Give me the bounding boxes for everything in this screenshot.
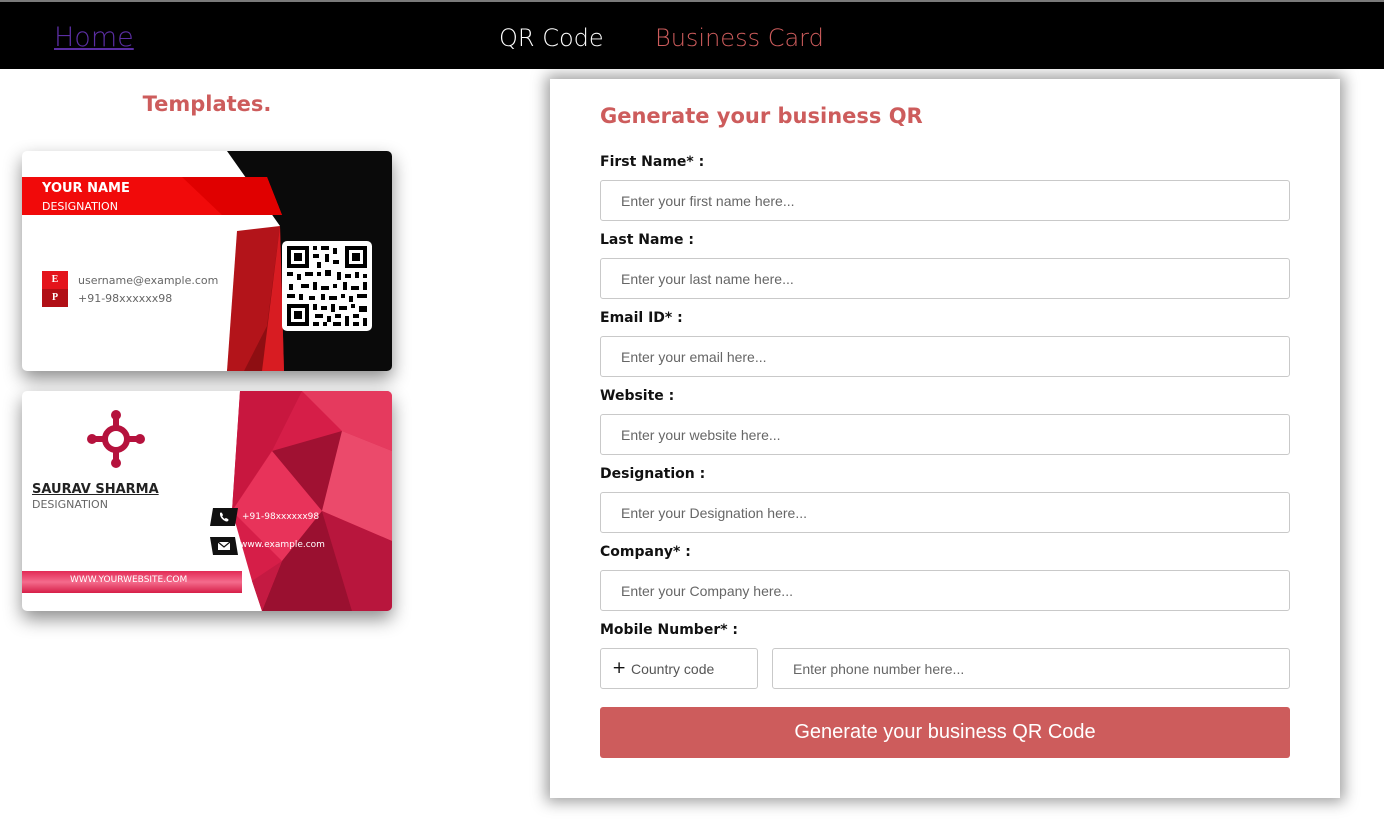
last-name-input[interactable] <box>600 258 1290 299</box>
country-code-field: + <box>600 648 758 689</box>
generate-qr-button[interactable]: Generate your business QR Code <box>600 707 1290 758</box>
card2-name: SAURAV SHARMA <box>32 482 159 497</box>
card2-web: www.example.com <box>240 540 325 550</box>
business-qr-form: Generate your business QR First Name* : … <box>550 79 1340 798</box>
card1-ep-badge: E P <box>42 271 68 307</box>
template-card-2[interactable]: SAURAV SHARMA DESIGNATION +91-98xxxxxx98… <box>22 391 392 611</box>
website-label: Website : <box>600 388 675 404</box>
template-card-1[interactable]: YOUR NAME DESIGNATION E P username@examp… <box>22 151 392 371</box>
form-title: Generate your business QR <box>600 104 923 128</box>
plus-icon: + <box>612 658 627 678</box>
card1-badge-e: E <box>51 274 59 285</box>
card1-phone: +91-98xxxxxx98 <box>78 292 173 305</box>
country-code-input[interactable] <box>629 650 754 687</box>
company-logo-icon <box>87 410 145 468</box>
card1-name: YOUR NAME <box>42 181 130 196</box>
card1-badge-p: P <box>51 292 59 303</box>
company-label: Company* : <box>600 544 691 560</box>
first-name-input[interactable] <box>600 180 1290 221</box>
top-navbar: Home QR Code Business Card <box>0 2 1384 69</box>
designation-label: Designation : <box>600 466 706 482</box>
email-input[interactable] <box>600 336 1290 377</box>
phone-number-input[interactable] <box>772 648 1290 689</box>
card2-phone: +91-98xxxxxx98 <box>242 512 320 522</box>
first-name-label: First Name* : <box>600 154 705 170</box>
card2-designation: DESIGNATION <box>32 498 108 511</box>
card1-designation: DESIGNATION <box>42 200 118 213</box>
nav-qr-code-link[interactable]: QR Code <box>499 24 604 52</box>
qr-code-icon <box>282 241 372 331</box>
designation-input[interactable] <box>600 492 1290 533</box>
card1-email: username@example.com <box>78 274 219 287</box>
nav-home-link[interactable]: Home <box>54 22 134 53</box>
nav-business-card-link[interactable]: Business Card <box>655 24 824 52</box>
card2-website-band: WWW.YOURWEBSITE.COM <box>70 575 188 585</box>
mobile-number-label: Mobile Number* : <box>600 622 739 638</box>
mail-icon <box>210 537 238 555</box>
last-name-label: Last Name : <box>600 232 694 248</box>
templates-heading: Templates. <box>142 92 272 116</box>
phone-icon <box>210 508 238 526</box>
company-input[interactable] <box>600 570 1290 611</box>
email-label: Email ID* : <box>600 310 683 326</box>
website-input[interactable] <box>600 414 1290 455</box>
